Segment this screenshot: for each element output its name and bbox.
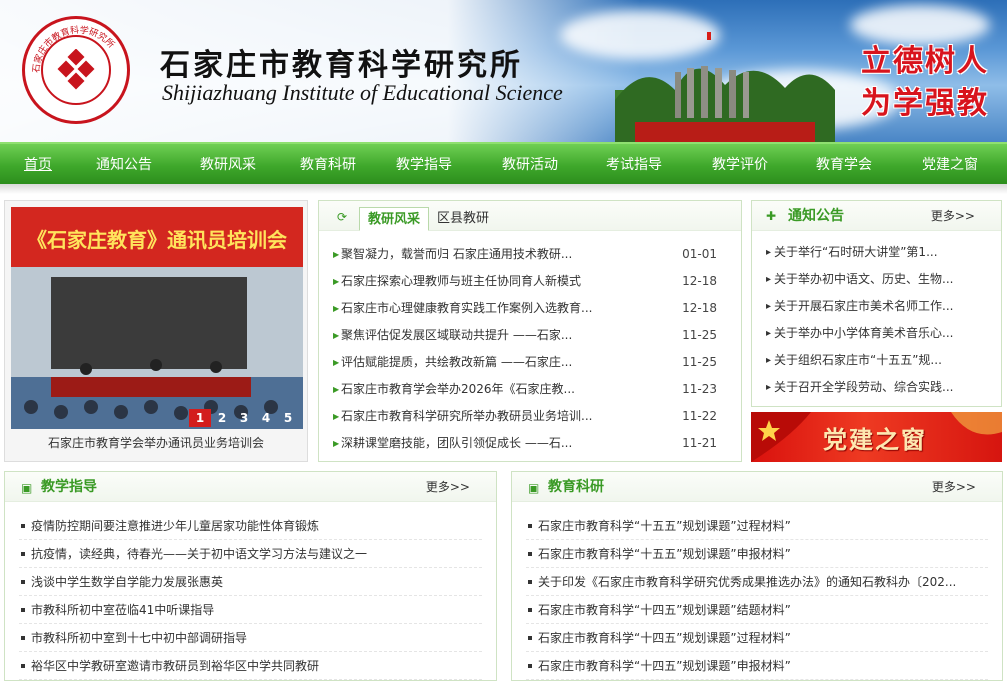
arrow-icon: ▶ [333,439,340,448]
monument-image [615,32,835,142]
list-item[interactable]: ▶ 评估赋能提质，共绘教改新篇 ——石家庄... 11-25 [319,349,741,376]
nav-item-edu-society[interactable]: 教育学会 [816,144,872,186]
teaching-guide-title: 教学指导 [41,479,97,495]
nav-item-research-style[interactable]: 教研风采 [200,144,256,186]
news-slideshow[interactable]: 《石家庄教育》通讯员培训会 1 2 3 4 5 石家庄市教育学会举办通讯员业务培… [4,200,308,462]
arrow-icon: ▶ [333,358,340,367]
bullet-icon: ▸ [766,328,772,339]
tab-research-style[interactable]: 教研风采 [359,207,430,231]
nav-item-exam-guide[interactable]: 考试指导 [606,144,662,186]
notice-box: ✚ 通知公告 更多>> ▸ 关于举行“石时研大讲堂”第1... ▸ 关于举办初中语文… [751,200,1002,407]
list-item[interactable]: 石家庄市教育科学“十四五”规划课题”结题材料” [526,596,988,624]
teaching-guide-list: 疫情防控期间要注意推进少年儿童居家功能性体育锻炼 抗疫情，读经典，待春光——关于… [5,512,496,680]
institute-logo: 石家庄市教育科学研究所 [22,16,130,124]
arrow-icon: ▶ [333,385,340,394]
list-item[interactable]: 浅谈中学生数学自学能力发展张惠英 [19,568,482,596]
logo-emblem-icon [57,49,95,90]
nav-item-edu-research[interactable]: 教育科研 [300,144,356,186]
list-item[interactable]: 石家庄市教育科学“十四五”规划课题”过程材料” [526,624,988,652]
arrow-icon: ▶ [333,331,340,340]
arrow-icon: ▶ [333,277,340,286]
slide-caption[interactable]: 石家庄市教育学会举办通讯员业务培训会 [5,431,307,455]
edu-research-box: ▣ 教育科研 更多>> 石家庄市教育科学“十五五”规划课题”过程材料” 石家庄市… [511,471,1003,681]
slide-page-2[interactable]: 2 [211,409,233,427]
party-building-banner[interactable]: 党建之窗 [751,412,1002,462]
list-item[interactable]: ▶ 石家庄市教育科学研究所举办教研员业务培训... 11-22 [319,403,741,430]
research-news-box: ⟳ 教研风采 区县教研 ▶ 聚智凝力，载誉而归 石家庄通用技术教研... 01-01… [318,200,742,462]
list-item[interactable]: ▶ 聚焦评估促发展区域联动共提升 ——石家... 11-25 [319,322,741,349]
arrow-icon: ▶ [333,304,340,313]
bullet-icon: ▸ [766,382,772,393]
slide-page-5[interactable]: 5 [277,409,299,427]
list-item[interactable]: ▶ 聚智凝力，载誉而归 石家庄通用技术教研... 01-01 [319,241,741,268]
site-banner: 石家庄市教育科学研究所 石家庄市教育科学研究所 Shijiazhuang Ins… [0,0,1007,142]
notice-more-link[interactable]: 更多>> [931,201,975,231]
nav-item-party-window[interactable]: 党建之窗 [922,144,978,186]
list-item[interactable]: ▶ 石家庄探索心理教师与班主任协同育人新模式 12-18 [319,268,741,295]
list-item[interactable]: ▸ 关于举办初中语文、历史、生物... [752,266,1001,293]
square-bullet-icon: ▣ [528,481,540,495]
teaching-guide-box: ▣ 教学指导 更多>> 疫情防控期间要注意推进少年儿童居家功能性体育锻炼 抗疫情… [4,471,497,681]
list-item[interactable]: 市教科所初中室莅临41中听课指导 [19,596,482,624]
list-item[interactable]: 裕华区中学教研室邀请市教研员到裕华区中学共同教研 [19,652,482,680]
main-nav: 首页 通知公告 教研风采 教育科研 教学指导 教研活动 考试指导 教学评价 教育… [0,142,1007,184]
bullet-icon: ▸ [766,355,772,366]
nav-item-teaching-guide[interactable]: 教学指导 [396,144,452,186]
list-item[interactable]: 石家庄市教育科学“十五五”规划课题”过程材料” [526,512,988,540]
list-item[interactable]: ▸ 关于举办中小学体育美术音乐心... [752,320,1001,347]
bullet-icon: ▸ [766,247,772,258]
svg-text:《石家庄教育》通讯员培训会: 《石家庄教育》通讯员培训会 [27,228,287,252]
party-banner-label: 党建之窗 [823,425,927,454]
nav-item-notices[interactable]: 通知公告 [96,144,152,186]
list-item[interactable]: ▸ 关于开展石家庄市美术名师工作... [752,293,1001,320]
bullet-icon: ▸ [766,301,772,312]
edu-research-title: 教育科研 [548,479,604,495]
teaching-guide-more-link[interactable]: 更多>> [426,472,470,502]
list-item[interactable]: 石家庄市教育科学“十五五”规划课题”申报材料” [526,540,988,568]
pin-icon: ✚ [766,209,777,223]
nav-item-home[interactable]: 首页 [24,144,52,186]
list-item[interactable]: 关于印发《石家庄市教育科学研究优秀成果推选办法》的通知石教科办〔202... [526,568,988,596]
slide-page-1[interactable]: 1 [189,409,211,427]
list-item[interactable]: ▶ 石家庄市教育学会举办2026年《石家庄教... 11-23 [319,376,741,403]
slogan-line-2: 为学强教 [861,86,989,121]
edu-research-more-link[interactable]: 更多>> [932,472,976,502]
list-item[interactable]: 市教科所初中室到十七中初中部调研指导 [19,624,482,652]
edu-research-list: 石家庄市教育科学“十五五”规划课题”过程材料” 石家庄市教育科学“十五五”规划课… [512,512,1002,680]
refresh-icon: ⟳ [337,210,348,224]
slide-image[interactable]: 《石家庄教育》通讯员培训会 [11,207,303,429]
news-list: ▶ 聚智凝力，载誉而归 石家庄通用技术教研... 01-01 ▶ 石家庄探索心理教师与… [319,241,741,457]
bullet-icon: ▸ [766,274,772,285]
nav-item-teaching-evaluation[interactable]: 教学评价 [712,144,768,186]
list-item[interactable]: ▶ 深耕课堂磨技能，团队引领促成长 ——石... 11-21 [319,430,741,457]
list-item[interactable]: ▸ 关于举行“石时研大讲堂”第1... [752,239,1001,266]
square-bullet-icon: ▣ [21,481,33,495]
arrow-icon: ▶ [333,250,340,259]
list-item[interactable]: 石家庄市教育科学“十四五”规划课题”申报材料” [526,652,988,680]
site-title-english: Shijiazhuang Institute of Educational Sc… [162,80,563,105]
list-item[interactable]: ▸ 关于组织石家庄市“十五五”规... [752,347,1001,374]
slide-page-3[interactable]: 3 [233,409,255,427]
list-item[interactable]: 抗疫情，读经典，待春光——关于初中语文学习方法与建议之一 [19,540,482,568]
list-item[interactable]: ▶ 石家庄市心理健康教育实践工作案例入选教育... 12-18 [319,295,741,322]
arrow-icon: ▶ [333,412,340,421]
nav-item-research-activities[interactable]: 教研活动 [502,144,558,186]
list-item[interactable]: 疫情防控期间要注意推进少年儿童居家功能性体育锻炼 [19,512,482,540]
list-item[interactable]: ▸ 关于召开全学段劳动、综合实践... [752,374,1001,401]
slide-page-4[interactable]: 4 [255,409,277,427]
tab-district-research[interactable]: 区县教研 [429,207,497,231]
notice-list: ▸ 关于举行“石时研大讲堂”第1... ▸ 关于举办初中语文、历史、生物... ▸ 关… [752,239,1001,401]
notice-title: 通知公告 [788,208,844,224]
slogan-line-1: 立德树人 [861,44,989,79]
site-title: 石家庄市教育科学研究所 [160,48,523,83]
slide-pager: 1 2 3 4 5 [189,409,299,427]
